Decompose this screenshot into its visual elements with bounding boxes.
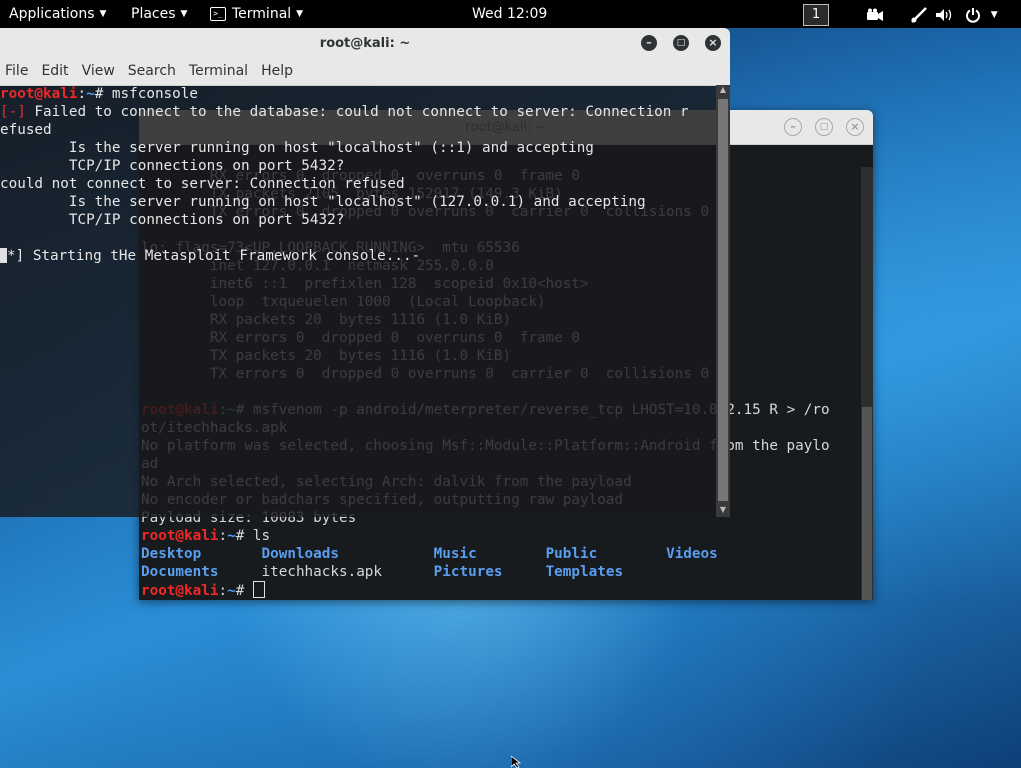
scroll-up-icon[interactable]: ▲ — [716, 85, 730, 97]
block-cursor — [0, 248, 7, 263]
prompt-separator: : — [218, 528, 228, 544]
applications-label: Applications — [9, 6, 95, 22]
top-panel: Applications ▼ Places ▼ >_ Terminal ▼ Wed 12… — [0, 0, 1021, 28]
command-text: msfconsole — [111, 86, 198, 102]
terminal-line: could not connect to server: Connection … — [0, 176, 405, 192]
error-tag: [-] — [0, 104, 26, 120]
prompt-path: ~ — [86, 86, 95, 102]
back-scrollbar-thumb[interactable] — [862, 407, 872, 600]
directory-entry: Music — [433, 546, 546, 562]
places-label: Places — [131, 6, 176, 22]
directory-entry: Desktop — [141, 546, 262, 562]
prompt-path: ~ — [227, 583, 236, 599]
terminal-line: Is the server running on host "localhost… — [0, 140, 594, 156]
front-terminal-window[interactable]: root@kali: ~ – □ × File Edit View Search Ter… — [0, 28, 730, 517]
front-scrollbar[interactable]: ▲ ▼ — [716, 85, 730, 517]
camera-icon[interactable] — [866, 0, 884, 28]
chevron-down-icon: ▼ — [990, 9, 998, 20]
maximize-icon[interactable]: □ — [815, 118, 833, 136]
mouse-pointer-icon — [511, 756, 522, 768]
menu-search[interactable]: Search — [128, 63, 176, 79]
prompt-symbol: # — [235, 583, 253, 599]
power-menu[interactable]: ▼ — [965, 0, 998, 28]
directory-entry: Public — [545, 546, 667, 562]
terminal-app-menu[interactable]: >_ Terminal ▼ — [210, 0, 303, 28]
prompt-separator: : — [218, 583, 228, 599]
menu-view[interactable]: View — [82, 63, 115, 79]
prompt-symbol: # — [94, 86, 112, 102]
file-entry: itechhacks.apk — [261, 564, 434, 580]
network-icon[interactable] — [910, 0, 928, 28]
prompt-separator: : — [77, 86, 87, 102]
directory-entry: Pictures — [433, 564, 546, 580]
chevron-down-icon: ▼ — [296, 9, 304, 19]
front-scrollbar-thumb[interactable] — [718, 99, 728, 501]
front-header: root@kali: ~ – □ × File Edit View Search Ter… — [0, 28, 730, 86]
minimize-icon[interactable]: – — [784, 118, 802, 136]
terminal-line: TCP/IP connections on port 5432? — [0, 158, 345, 174]
menu-help[interactable]: Help — [261, 63, 293, 79]
prompt-user: root@kali — [0, 86, 78, 102]
menu-terminal[interactable]: Terminal — [189, 63, 248, 79]
error-message: Failed to connect to the database: could… — [25, 104, 689, 120]
prompt-symbol: # — [235, 528, 253, 544]
prompt-path: ~ — [227, 528, 236, 544]
minimize-icon[interactable]: – — [641, 35, 657, 51]
power-icon — [965, 5, 986, 23]
terminal-output[interactable]: root@kali:~# msfconsole [-] Failed to co… — [0, 85, 716, 265]
menu-bar: File Edit View Search Terminal Help — [5, 63, 306, 81]
chevron-down-icon: ▼ — [99, 9, 107, 19]
workspace-indicator[interactable]: 1 — [803, 4, 829, 26]
menu-edit[interactable]: Edit — [41, 63, 68, 79]
terminal-line: Is the server running on host "localhost… — [0, 194, 646, 210]
terminal-menu-label: Terminal — [232, 6, 292, 22]
directory-entry: Templates — [545, 564, 624, 580]
terminal-line: TCP/IP connections on port 5432? — [0, 212, 345, 228]
prompt-user: root@kali — [141, 583, 219, 599]
terminal-icon: >_ — [210, 7, 226, 21]
scroll-down-icon[interactable]: ▼ — [716, 505, 730, 517]
text-cursor — [252, 581, 265, 598]
places-menu[interactable]: Places ▼ — [131, 0, 187, 28]
directory-entry: Documents — [141, 564, 262, 580]
terminal-line: ls — [252, 528, 271, 544]
menu-file[interactable]: File — [5, 63, 28, 79]
volume-icon[interactable] — [935, 0, 955, 28]
clock[interactable]: Wed 12:09 — [472, 0, 547, 28]
directory-entry: Downloads — [261, 546, 434, 562]
close-icon[interactable]: × — [705, 35, 721, 51]
chevron-down-icon: ▼ — [180, 9, 188, 19]
directory-entry: Videos — [666, 546, 718, 562]
applications-menu[interactable]: Applications ▼ — [9, 0, 106, 28]
status-line: *] Starting tHe Metasploit Framework con… — [7, 248, 421, 264]
close-icon[interactable]: × — [846, 118, 864, 136]
prompt-user: root@kali — [141, 528, 219, 544]
window-title: root@kali: ~ — [319, 36, 411, 51]
maximize-icon[interactable]: □ — [673, 35, 689, 51]
terminal-line: efused — [0, 122, 52, 138]
back-scrollbar[interactable] — [861, 167, 873, 600]
